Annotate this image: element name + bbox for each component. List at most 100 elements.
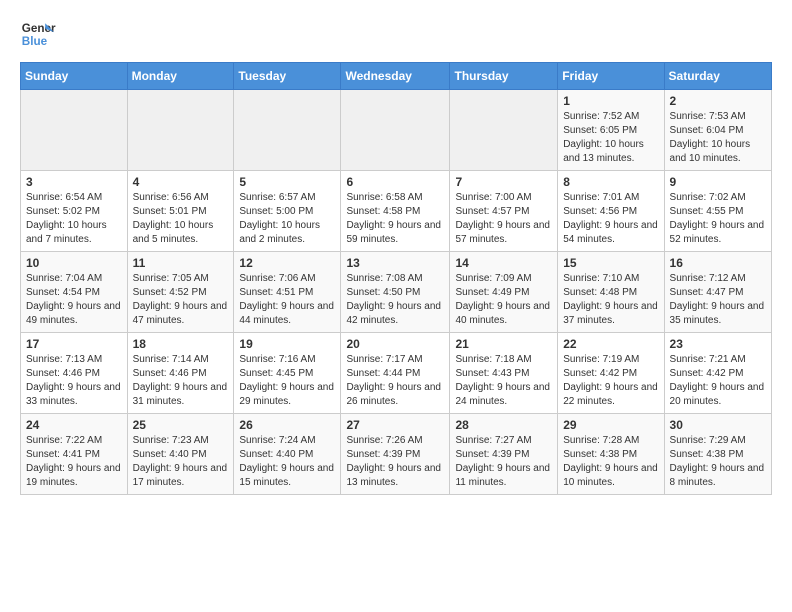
day-info: Sunrise: 7:10 AM Sunset: 4:48 PM Dayligh… (563, 272, 658, 328)
calendar-day-cell: 3Sunrise: 6:54 AM Sunset: 5:02 PM Daylig… (21, 171, 128, 252)
day-info: Sunrise: 7:16 AM Sunset: 4:45 PM Dayligh… (239, 353, 335, 409)
svg-text:General: General (22, 22, 56, 35)
calendar-day-cell: 10Sunrise: 7:04 AM Sunset: 4:54 PM Dayli… (21, 252, 128, 333)
calendar-day-cell: 27 Sunrise: 7:26 AM Sunset: 4:39 PM Dayli… (341, 414, 450, 495)
day-number: 23 (670, 337, 766, 351)
calendar-day-cell: 23 Sunrise: 7:21 AM Sunset: 4:42 PM Dayli… (664, 333, 771, 414)
calendar-day-cell: 12 Sunrise: 7:06 AM Sunset: 4:51 PM Dayli… (234, 252, 341, 333)
day-info: Sunrise: 7:00 AM Sunset: 4:57 PM Dayligh… (455, 191, 552, 247)
day-info: Sunrise: 7:01 AM Sunset: 4:56 PM Dayligh… (563, 191, 658, 247)
day-of-week-header: Tuesday (234, 63, 341, 90)
day-info: Sunrise: 7:52 AM Sunset: 6:05 PM Dayligh… (563, 110, 658, 166)
day-number: 13 (346, 256, 444, 270)
calendar-day-cell: 11Sunrise: 7:05 AM Sunset: 4:52 PM Dayli… (127, 252, 234, 333)
calendar-week-row: 17 Sunrise: 7:13 AM Sunset: 4:46 PM Dayli… (21, 333, 772, 414)
day-number: 9 (670, 175, 766, 189)
calendar-day-cell: 13 Sunrise: 7:08 AM Sunset: 4:50 PM Dayli… (341, 252, 450, 333)
calendar-day-cell (127, 90, 234, 171)
svg-text:Blue: Blue (22, 35, 48, 48)
day-info: Sunrise: 7:05 AM Sunset: 4:52 PM Dayligh… (133, 272, 229, 328)
calendar-day-cell: 2 Sunrise: 7:53 AM Sunset: 6:04 PM Daylig… (664, 90, 771, 171)
day-info: Sunrise: 7:06 AM Sunset: 4:51 PM Dayligh… (239, 272, 335, 328)
day-number: 17 (26, 337, 122, 351)
calendar-day-cell: 17 Sunrise: 7:13 AM Sunset: 4:46 PM Dayli… (21, 333, 128, 414)
calendar-day-cell: 18 Sunrise: 7:14 AM Sunset: 4:46 PM Dayli… (127, 333, 234, 414)
header: General Blue (20, 16, 772, 52)
day-of-week-header: Wednesday (341, 63, 450, 90)
day-number: 30 (670, 418, 766, 432)
day-number: 10 (26, 256, 122, 270)
day-info: Sunrise: 7:14 AM Sunset: 4:46 PM Dayligh… (133, 353, 229, 409)
day-number: 27 (346, 418, 444, 432)
day-number: 2 (670, 94, 766, 108)
calendar-week-row: 3Sunrise: 6:54 AM Sunset: 5:02 PM Daylig… (21, 171, 772, 252)
day-number: 8 (563, 175, 658, 189)
day-number: 26 (239, 418, 335, 432)
calendar-week-row: 24 Sunrise: 7:22 AM Sunset: 4:41 PM Dayli… (21, 414, 772, 495)
calendar-day-cell: 15 Sunrise: 7:10 AM Sunset: 4:48 PM Dayli… (558, 252, 664, 333)
day-info: Sunrise: 7:08 AM Sunset: 4:50 PM Dayligh… (346, 272, 444, 328)
calendar-week-row: 1 Sunrise: 7:52 AM Sunset: 6:05 PM Daylig… (21, 90, 772, 171)
day-number: 24 (26, 418, 122, 432)
calendar-day-cell (234, 90, 341, 171)
day-number: 20 (346, 337, 444, 351)
day-info: Sunrise: 7:21 AM Sunset: 4:42 PM Dayligh… (670, 353, 766, 409)
day-number: 29 (563, 418, 658, 432)
day-number: 14 (455, 256, 552, 270)
calendar-body: 1 Sunrise: 7:52 AM Sunset: 6:05 PM Daylig… (21, 90, 772, 495)
calendar-day-cell: 9 Sunrise: 7:02 AM Sunset: 4:55 PM Daylig… (664, 171, 771, 252)
calendar-day-cell (21, 90, 128, 171)
calendar-day-cell (450, 90, 558, 171)
calendar-day-cell: 4 Sunrise: 6:56 AM Sunset: 5:01 PM Daylig… (127, 171, 234, 252)
day-number: 6 (346, 175, 444, 189)
day-info: Sunrise: 7:28 AM Sunset: 4:38 PM Dayligh… (563, 434, 658, 490)
calendar-day-cell: 20Sunrise: 7:17 AM Sunset: 4:44 PM Dayli… (341, 333, 450, 414)
day-info: Sunrise: 7:09 AM Sunset: 4:49 PM Dayligh… (455, 272, 552, 328)
day-number: 28 (455, 418, 552, 432)
day-number: 4 (133, 175, 229, 189)
calendar-day-cell: 26 Sunrise: 7:24 AM Sunset: 4:40 PM Dayli… (234, 414, 341, 495)
day-info: Sunrise: 7:24 AM Sunset: 4:40 PM Dayligh… (239, 434, 335, 490)
day-number: 22 (563, 337, 658, 351)
day-info: Sunrise: 7:18 AM Sunset: 4:43 PM Dayligh… (455, 353, 552, 409)
day-number: 15 (563, 256, 658, 270)
day-number: 7 (455, 175, 552, 189)
day-number: 16 (670, 256, 766, 270)
day-of-week-header: Monday (127, 63, 234, 90)
calendar-day-cell: 19 Sunrise: 7:16 AM Sunset: 4:45 PM Dayli… (234, 333, 341, 414)
calendar-week-row: 10Sunrise: 7:04 AM Sunset: 4:54 PM Dayli… (21, 252, 772, 333)
day-of-week-header: Saturday (664, 63, 771, 90)
day-info: Sunrise: 7:13 AM Sunset: 4:46 PM Dayligh… (26, 353, 122, 409)
day-info: Sunrise: 7:12 AM Sunset: 4:47 PM Dayligh… (670, 272, 766, 328)
day-info: Sunrise: 6:58 AM Sunset: 4:58 PM Dayligh… (346, 191, 444, 247)
calendar-day-cell: 28 Sunrise: 7:27 AM Sunset: 4:39 PM Dayli… (450, 414, 558, 495)
logo: General Blue (20, 16, 56, 52)
day-info: Sunrise: 6:57 AM Sunset: 5:00 PM Dayligh… (239, 191, 335, 247)
day-info: Sunrise: 7:27 AM Sunset: 4:39 PM Dayligh… (455, 434, 552, 490)
day-info: Sunrise: 7:02 AM Sunset: 4:55 PM Dayligh… (670, 191, 766, 247)
calendar-day-cell: 7 Sunrise: 7:00 AM Sunset: 4:57 PM Daylig… (450, 171, 558, 252)
day-info: Sunrise: 6:56 AM Sunset: 5:01 PM Dayligh… (133, 191, 229, 247)
day-info: Sunrise: 7:53 AM Sunset: 6:04 PM Dayligh… (670, 110, 766, 166)
day-info: Sunrise: 7:29 AM Sunset: 4:38 PM Dayligh… (670, 434, 766, 490)
calendar-day-cell (341, 90, 450, 171)
day-number: 12 (239, 256, 335, 270)
day-number: 5 (239, 175, 335, 189)
day-info: Sunrise: 7:26 AM Sunset: 4:39 PM Dayligh… (346, 434, 444, 490)
day-of-week-header: Sunday (21, 63, 128, 90)
calendar-day-cell: 8 Sunrise: 7:01 AM Sunset: 4:56 PM Daylig… (558, 171, 664, 252)
day-number: 19 (239, 337, 335, 351)
logo-icon: General Blue (20, 16, 56, 52)
day-info: Sunrise: 7:23 AM Sunset: 4:40 PM Dayligh… (133, 434, 229, 490)
day-number: 1 (563, 94, 658, 108)
day-of-week-header: Thursday (450, 63, 558, 90)
day-number: 3 (26, 175, 122, 189)
day-number: 18 (133, 337, 229, 351)
day-number: 21 (455, 337, 552, 351)
day-of-week-header: Friday (558, 63, 664, 90)
calendar-table: SundayMondayTuesdayWednesdayThursdayFrid… (20, 62, 772, 495)
calendar-day-cell: 16 Sunrise: 7:12 AM Sunset: 4:47 PM Dayli… (664, 252, 771, 333)
calendar-day-cell: 25Sunrise: 7:23 AM Sunset: 4:40 PM Dayli… (127, 414, 234, 495)
calendar-day-cell: 14 Sunrise: 7:09 AM Sunset: 4:49 PM Dayli… (450, 252, 558, 333)
day-info: Sunrise: 7:22 AM Sunset: 4:41 PM Dayligh… (26, 434, 122, 490)
